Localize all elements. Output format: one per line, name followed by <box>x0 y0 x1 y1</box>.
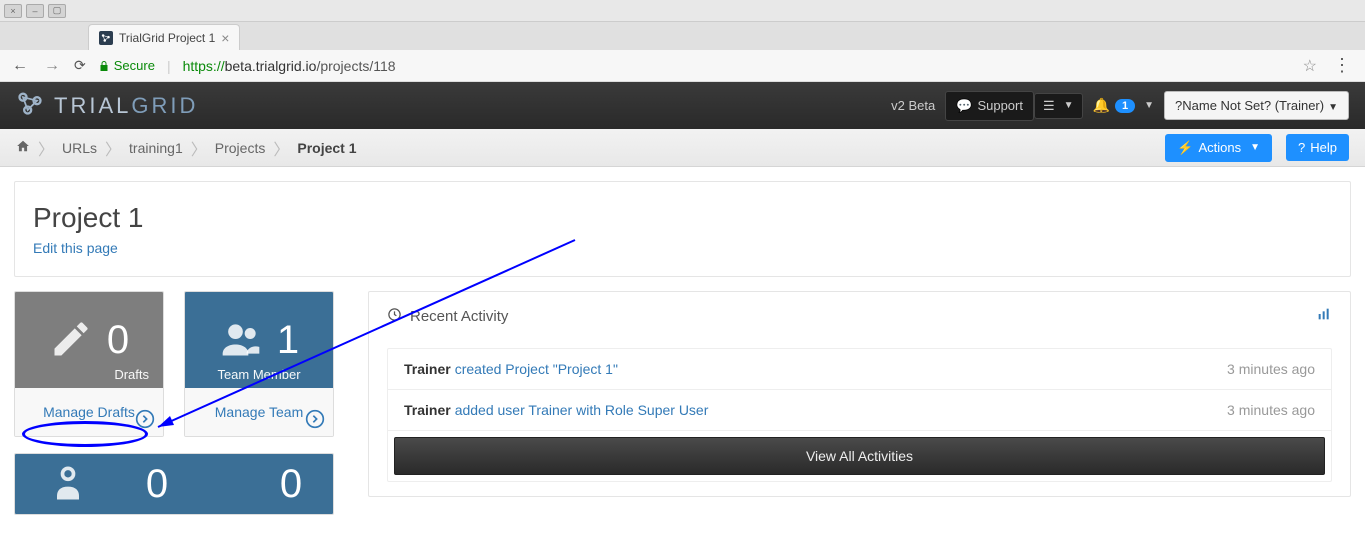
actions-button[interactable]: ⚡ Actions▼ <box>1165 134 1272 162</box>
question-icon: ? <box>1298 140 1305 155</box>
brand-logo[interactable]: TRIALGRID <box>16 89 198 123</box>
team-count: 1 <box>277 320 299 360</box>
tab-favicon <box>99 31 113 45</box>
tab-close-icon[interactable]: × <box>221 30 229 46</box>
extra-count-1: 0 <box>146 464 168 504</box>
manage-team-link[interactable]: Manage Team <box>185 388 333 436</box>
window-controls: × – ▢ <box>0 0 1365 22</box>
user-menu[interactable]: ?Name Not Set? (Trainer)▼ <box>1164 91 1349 120</box>
crumb-current: Project 1 <box>297 140 356 156</box>
notification-badge: 1 <box>1115 99 1135 113</box>
address-bar[interactable]: https://beta.trialgrid.io/projects/118 <box>183 58 396 74</box>
notifications-menu[interactable]: 🔔 1 ▼ <box>1083 91 1164 120</box>
browser-tab[interactable]: TrialGrid Project 1 × <box>88 24 240 50</box>
nav-back-button[interactable]: ← <box>10 57 30 75</box>
support-button[interactable]: 💬 Support <box>945 91 1034 121</box>
page-title: Project 1 <box>33 202 1332 234</box>
list-icon: ☰ <box>1043 98 1055 114</box>
chat-icon: 💬 <box>956 98 972 114</box>
activity-link[interactable]: added user Trainer with Role Super User <box>455 402 709 418</box>
browser-toolbar: ← → ⟳ Secure | https://beta.trialgrid.io… <box>0 50 1365 82</box>
browser-tab-strip: TrialGrid Project 1 × <box>0 22 1365 50</box>
window-max-button[interactable]: ▢ <box>48 4 66 18</box>
team-label: Team Member <box>185 367 333 382</box>
crumb-projects[interactable]: Projects <box>215 140 266 156</box>
view-all-activities-button[interactable]: View All Activities <box>394 437 1325 475</box>
project-header-card: Project 1 Edit this page <box>14 181 1351 277</box>
chart-icon[interactable] <box>1316 306 1332 326</box>
window-close-button[interactable]: × <box>4 4 22 18</box>
help-button[interactable]: ? Help <box>1286 134 1349 161</box>
bolt-icon: ⚡ <box>1177 140 1193 156</box>
brand-icon <box>16 89 44 123</box>
bell-icon: 🔔 <box>1093 97 1110 114</box>
reload-button[interactable]: ⟳ <box>74 57 86 74</box>
top-nav: TRIALGRID v2 Beta 💬 Support ☰▼ 🔔 1 ▼ ?Na… <box>0 82 1365 129</box>
crumb-training1[interactable]: training1 <box>129 140 183 156</box>
drafts-tile[interactable]: 0 Drafts Manage Drafts <box>14 291 164 437</box>
tab-title: TrialGrid Project 1 <box>119 31 215 45</box>
nav-forward-button[interactable]: → <box>42 57 62 75</box>
activity-row: Trainer created Project "Project 1" 3 mi… <box>388 349 1331 390</box>
activity-row: Trainer added user Trainer with Role Sup… <box>388 390 1331 431</box>
drafts-label: Drafts <box>114 367 149 382</box>
activity-time: 3 minutes ago <box>1227 402 1315 418</box>
secure-indicator[interactable]: Secure <box>98 58 155 73</box>
extra-count-2: 0 <box>280 464 302 504</box>
activity-heading: Recent Activity <box>410 308 508 325</box>
activity-link[interactable]: created Project "Project 1" <box>455 361 618 377</box>
stethoscope-icon <box>46 461 90 508</box>
extra-tile[interactable]: 0 0 <box>14 453 334 515</box>
activity-time: 3 minutes ago <box>1227 361 1315 377</box>
users-icon <box>219 317 263 364</box>
home-icon[interactable] <box>16 139 30 156</box>
pencil-icon <box>49 317 93 364</box>
browser-menu-icon[interactable]: ⋮ <box>1329 55 1355 76</box>
arrow-right-icon <box>135 409 155 432</box>
crumb-urls[interactable]: URLs <box>62 140 97 156</box>
edit-page-link[interactable]: Edit this page <box>33 240 118 256</box>
team-tile[interactable]: 1 Team Member Manage Team <box>184 291 334 437</box>
bookmark-star-icon[interactable]: ☆ <box>1303 56 1317 76</box>
recent-activity-panel: Recent Activity Trainer created Project … <box>368 291 1351 497</box>
window-min-button[interactable]: – <box>26 4 44 18</box>
arrow-right-icon <box>305 409 325 432</box>
breadcrumb-bar: 〉 URLs 〉 training1 〉 Projects 〉 Project … <box>0 129 1365 167</box>
list-menu[interactable]: ☰▼ <box>1034 93 1083 119</box>
manage-drafts-link[interactable]: Manage Drafts <box>15 388 163 436</box>
drafts-count: 0 <box>107 320 129 360</box>
beta-label: v2 Beta <box>881 92 945 119</box>
clock-icon <box>387 307 402 326</box>
